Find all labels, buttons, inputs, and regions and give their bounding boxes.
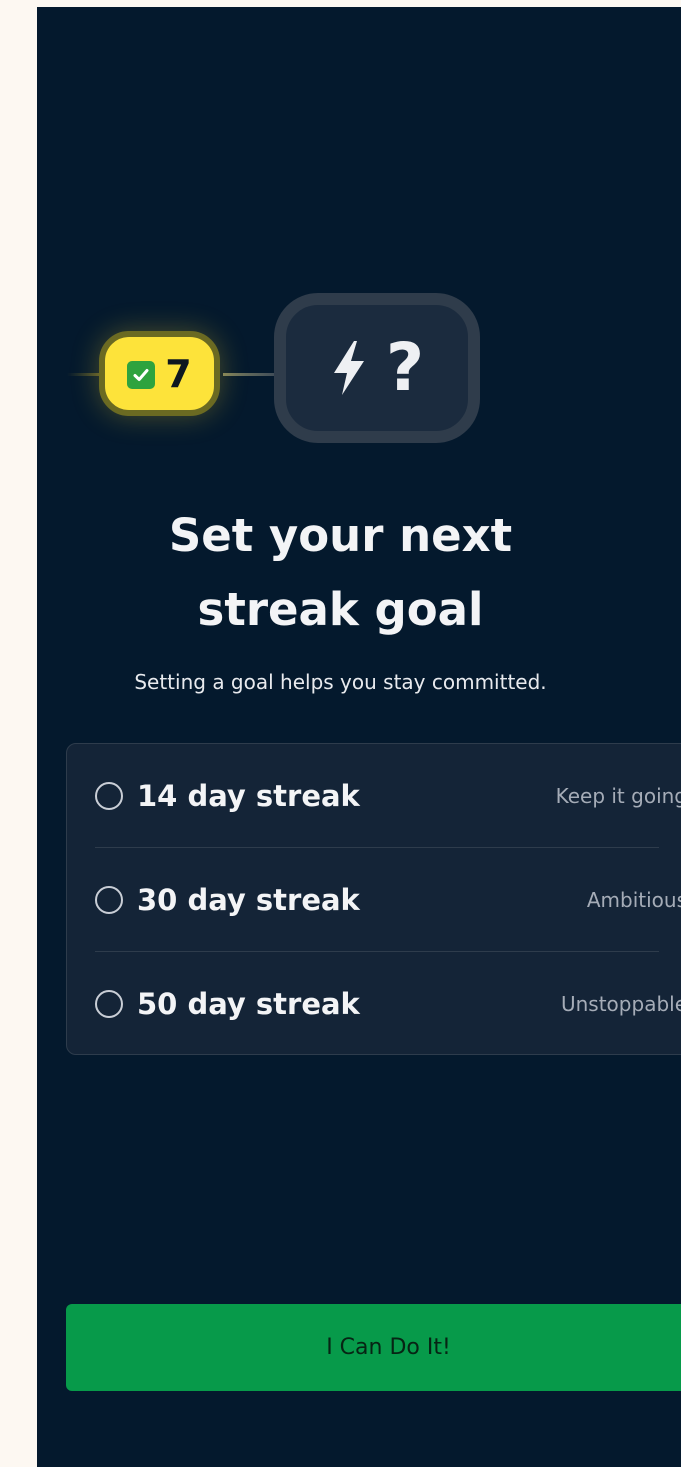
- streak-track-connector: [223, 373, 278, 376]
- goal-option-label: 50 day streak: [137, 986, 360, 1021]
- goal-option-tag: Ambitious: [586, 888, 681, 912]
- commit-goal-button[interactable]: I Can Do It!: [66, 1304, 681, 1391]
- radio-button[interactable]: [95, 886, 123, 914]
- option-divider: [95, 847, 659, 848]
- goal-option-tag: Keep it going: [555, 784, 681, 808]
- goal-option-14-day[interactable]: 14 day streak Keep it going: [67, 744, 681, 848]
- next-goal-unknown: ?: [385, 329, 425, 406]
- current-streak-count: 7: [165, 351, 192, 396]
- goal-option-30-day[interactable]: 30 day streak Ambitious: [67, 848, 681, 952]
- current-streak-badge: 7: [99, 331, 220, 416]
- radio-button[interactable]: [95, 782, 123, 810]
- page-subtitle: Setting a goal helps you stay committed.: [134, 670, 547, 694]
- page-title-line1: Set your next: [168, 509, 513, 562]
- page-title-line2: streak goal: [197, 583, 484, 636]
- goal-option-label: 30 day streak: [137, 882, 360, 917]
- goal-option-tag: Unstoppable: [560, 992, 681, 1016]
- lightning-bolt-icon: [330, 339, 368, 397]
- screen-panel: 7 ? Set your next streak goal Setting a …: [37, 7, 681, 1467]
- goal-options-list: 14 day streak Keep it going 30 day strea…: [66, 743, 681, 1055]
- next-goal-badge: ?: [274, 293, 480, 443]
- radio-button[interactable]: [95, 990, 123, 1018]
- goal-option-50-day[interactable]: 50 day streak Unstoppable: [67, 952, 681, 1056]
- option-divider: [95, 951, 659, 952]
- goal-option-label: 14 day streak: [137, 778, 360, 813]
- check-icon: [127, 360, 156, 389]
